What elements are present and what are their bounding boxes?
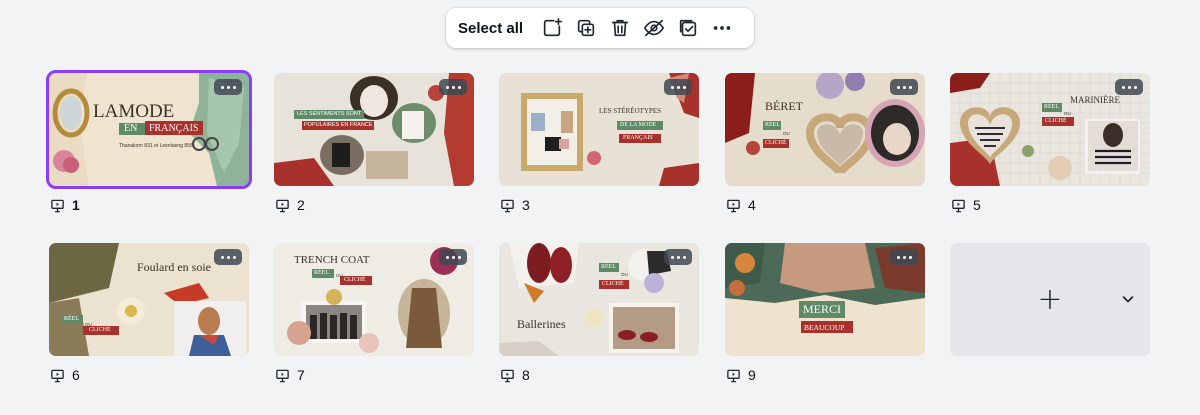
slide-5-more-button[interactable]	[1115, 79, 1143, 95]
selection-toolbar: Select all	[446, 8, 754, 48]
slide-7-more-button[interactable]	[439, 249, 467, 265]
slide-4-tag-reel: RÉEL	[765, 122, 780, 128]
slide-5-tag-cliche: CLICHÉ	[1045, 118, 1067, 124]
slide-5-title: MARINIÈRE	[1070, 95, 1120, 105]
slide-9-label: 9	[726, 367, 756, 383]
duplicate-icon	[577, 19, 595, 37]
slide-thumbnail-2[interactable]: LES SENTIMENTS SONT POPULAIRES EN FRANCE	[274, 73, 474, 186]
slide-5-tag-reel: RÉEL	[1044, 104, 1059, 110]
slide-5-label: 5	[951, 197, 981, 213]
slide-thumbnail-6[interactable]: Foulard en soie RÉEL OU CLICHÉ	[49, 243, 249, 356]
slide-1-label: 1	[50, 197, 80, 213]
slide-6-more-button[interactable]	[214, 249, 242, 265]
slide-3-title-line1: LES STÉRÉOTYPES	[599, 107, 662, 115]
slide-7-tag-cliche: CLICHÉ	[344, 277, 366, 283]
slide-9-title-merci: MERCI	[803, 302, 842, 316]
duplicate-button[interactable]	[569, 11, 603, 45]
slide-8-more-button[interactable]	[664, 249, 692, 265]
slide-4-number: 4	[748, 197, 756, 213]
presentation-icon	[501, 369, 514, 382]
slide-2-title-line1: LES SENTIMENTS SONT	[297, 111, 362, 117]
slide-7-number: 7	[297, 367, 305, 383]
presentation-icon	[276, 199, 289, 212]
slide-1-number: 1	[72, 197, 80, 213]
slide-2-number: 2	[297, 197, 305, 213]
slide-1-title: LAMODE	[93, 101, 175, 122]
slide-3-label: 3	[500, 197, 530, 213]
presentation-icon	[276, 369, 289, 382]
slide-6-number: 6	[72, 367, 80, 383]
slide-8-title: Ballerines	[517, 317, 566, 331]
slide-7-ou: OU	[336, 273, 343, 278]
presentation-icon	[952, 199, 965, 212]
add-page-button[interactable]	[535, 11, 569, 45]
slide-7-label: 7	[275, 367, 305, 383]
slide-3-title-line3: FRANÇAIS	[623, 135, 653, 141]
slide-8-tag-reel: RÉEL	[601, 264, 616, 270]
slide-8-ou: OU	[621, 272, 628, 277]
add-page-plus-icon[interactable]: +	[1037, 284, 1062, 315]
presentation-icon	[727, 369, 740, 382]
slide-4-more-button[interactable]	[890, 79, 918, 95]
slide-6-label: 6	[50, 367, 80, 383]
slide-thumbnail-9[interactable]: MERCI BEAUCOUP	[725, 243, 925, 356]
slide-4-ou: OU	[783, 131, 790, 136]
slide-thumbnail-5[interactable]: MARINIÈRE RÉEL OU CLICHÉ	[950, 73, 1150, 186]
slide-2-label: 2	[275, 197, 305, 213]
slide-9-title-beaucoup: BEAUCOUP	[804, 323, 845, 332]
slide-4-tag-cliche: CLICHÉ	[765, 140, 787, 146]
slide-thumbnail-3[interactable]: LES STÉRÉOTYPES DE LA MODE FRANÇAIS	[499, 73, 699, 186]
slide-6-tag-cliche: CLICHÉ	[89, 327, 111, 333]
presentation-icon	[51, 369, 64, 382]
slide-2-title-line2: POPULAIRES EN FRANCE	[304, 122, 373, 128]
slide-thumbnail-7[interactable]: TRENCH COAT RÉEL OU CLICHÉ	[274, 243, 474, 356]
slide-2-more-button[interactable]	[439, 79, 467, 95]
slide-1-more-button[interactable]	[214, 79, 242, 95]
hide-icon	[643, 19, 665, 37]
chevron-down-icon[interactable]	[1120, 291, 1136, 307]
trash-icon	[611, 19, 629, 37]
slide-4-title: BÉRET	[765, 99, 803, 113]
slide-1-tag-en: EN	[124, 123, 138, 134]
slide-4-label: 4	[726, 197, 756, 213]
slide-5-ou: OU	[1064, 111, 1071, 116]
presentation-icon	[501, 199, 514, 212]
slide-8-tag-cliche: CLICHÉ	[602, 281, 624, 287]
more-button[interactable]	[705, 11, 739, 45]
slide-9-more-button[interactable]	[890, 249, 918, 265]
slide-7-title: TRENCH COAT	[294, 254, 370, 266]
slide-7-tag-reel: RÉEL	[314, 270, 329, 276]
slide-8-number: 8	[522, 367, 530, 383]
slide-3-title-line2: DE LA MODE	[620, 122, 657, 128]
slide-thumbnail-1[interactable]: LAMODE EN FRANÇAIS Thanakorn 831 et Leen…	[46, 70, 252, 189]
hide-button[interactable]	[637, 11, 671, 45]
slide-5-number: 5	[973, 197, 981, 213]
slide-8-label: 8	[500, 367, 530, 383]
slide-3-more-button[interactable]	[664, 79, 692, 95]
add-page-icon	[543, 18, 563, 37]
slide-9-number: 9	[748, 367, 756, 383]
add-page-tile[interactable]: +	[950, 243, 1150, 356]
slide-1-tag-francais: FRANÇAIS	[149, 123, 199, 134]
presentation-icon	[51, 199, 64, 212]
presentation-icon	[727, 199, 740, 212]
select-all-button[interactable]: Select all	[458, 20, 523, 37]
slide-thumbnail-4[interactable]: BÉRET RÉEL OU CLICHÉ	[725, 73, 925, 186]
slide-6-tag-reel: RÉEL	[64, 316, 79, 322]
slide-1-subtitle: Thanakorn 831 et Leenlaeng 855	[119, 143, 193, 149]
slide-thumbnail-8[interactable]: Ballerines RÉEL OU CLICHÉ	[499, 243, 699, 356]
select-check-icon	[679, 19, 697, 37]
slide-6-title: Foulard en soie	[137, 260, 211, 274]
more-icon	[713, 26, 731, 30]
delete-button[interactable]	[603, 11, 637, 45]
slide-3-number: 3	[522, 197, 530, 213]
select-check-button[interactable]	[671, 11, 705, 45]
